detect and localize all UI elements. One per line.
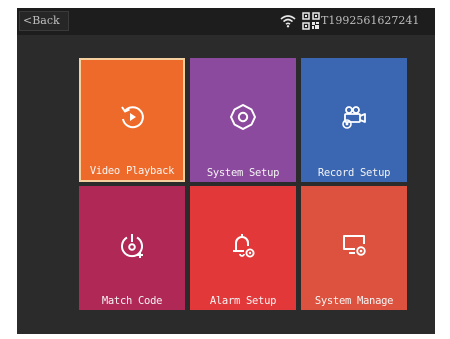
- alarm-bell-icon: [233, 234, 255, 258]
- tile-video-playback[interactable]: Video Playback: [79, 58, 185, 182]
- top-bar: <Back T1992561627241: [17, 8, 435, 35]
- device-id-text: T1992561627241: [321, 14, 420, 27]
- tile-label: Alarm Setup: [209, 295, 277, 307]
- back-button[interactable]: <Back: [19, 11, 69, 31]
- tile-label: Match Code: [101, 295, 163, 307]
- device-screen: <Back T1992561627241 Video Playback Syst…: [17, 8, 435, 334]
- tile-record-setup[interactable]: Record Setup: [301, 58, 407, 182]
- wifi-icon: [280, 15, 296, 28]
- monitor-settings-icon: [343, 235, 366, 256]
- tile-system-setup[interactable]: System Setup: [190, 58, 296, 182]
- playback-icon: [121, 106, 144, 129]
- camera-icon: [342, 106, 366, 129]
- tile-match-code[interactable]: Match Code: [79, 186, 185, 310]
- tile-system-manage[interactable]: System Manage: [301, 186, 407, 310]
- qr-code-icon[interactable]: [302, 12, 320, 30]
- menu-grid: Video Playback System Setup Record Setup: [79, 58, 407, 310]
- tile-label: Record Setup: [317, 167, 391, 179]
- gear-icon: [230, 104, 256, 130]
- tile-label: System Setup: [206, 167, 280, 179]
- tile-alarm-setup[interactable]: Alarm Setup: [190, 186, 296, 310]
- match-code-icon: [121, 234, 143, 258]
- tile-label: Video Playback: [89, 165, 175, 177]
- tile-label: System Manage: [314, 295, 394, 307]
